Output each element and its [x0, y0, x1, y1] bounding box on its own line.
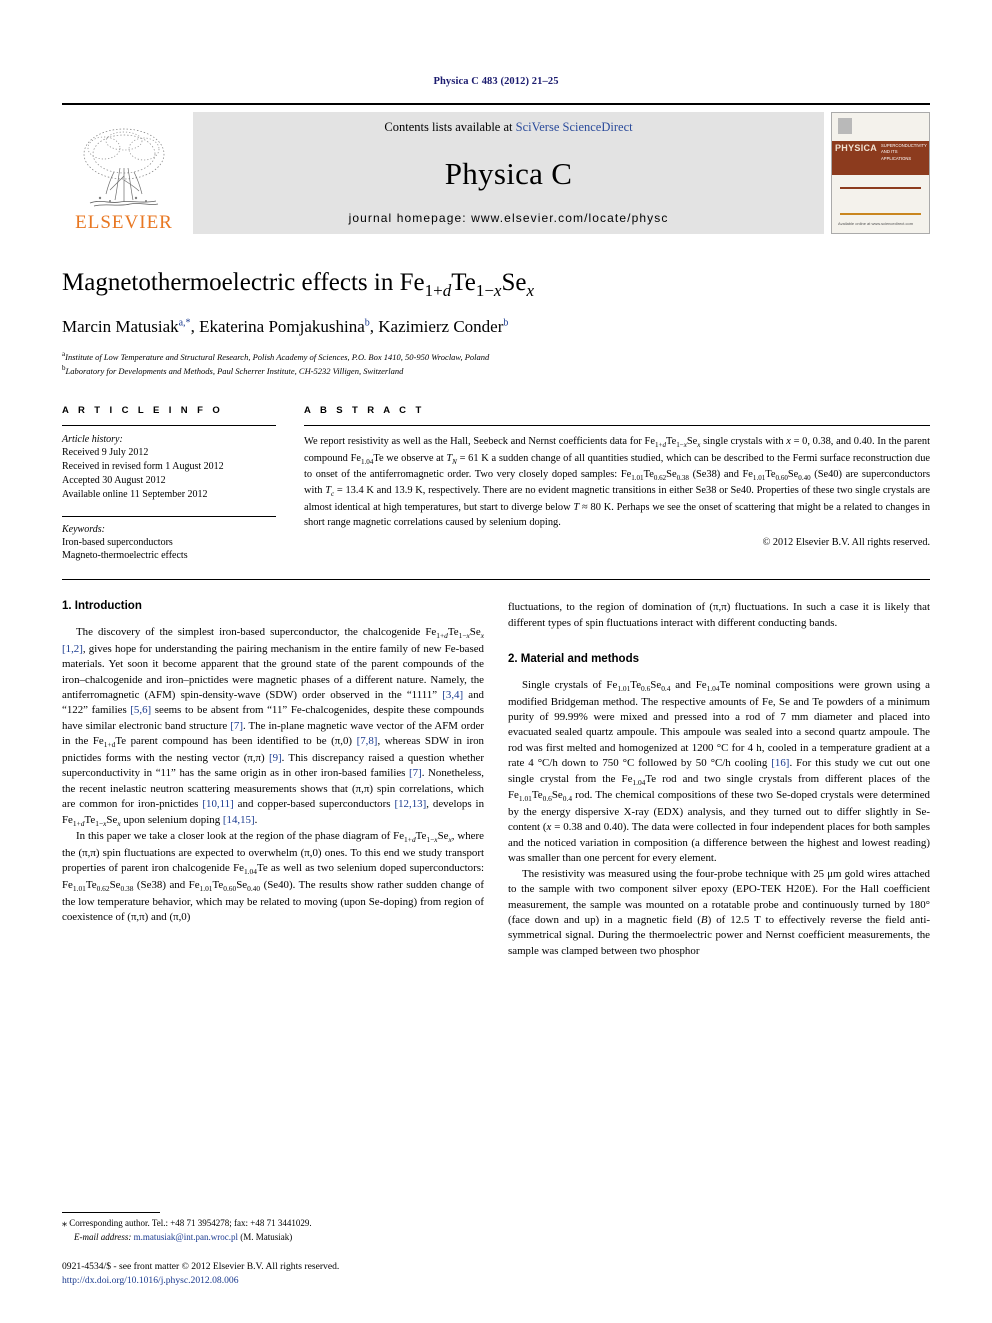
email-note: E-mail address: m.matusiak@int.pan.wroc.…	[62, 1231, 496, 1244]
article-history-label: Article history:	[62, 434, 123, 446]
running-head: Physica C 483 (2012) 21–25	[433, 76, 559, 87]
journal-cover-thumbnail: PHYSICA SUPERCONDUCTIVITY AND ITS APPLIC…	[831, 112, 930, 234]
elsevier-wordmark: ELSEVIER	[75, 212, 173, 233]
contents-prefix: Contents lists available at	[384, 120, 516, 134]
keyword-item: Magneto-thermoelectric effects	[62, 550, 188, 562]
body-column-right: fluctuations, to the region of dominatio…	[508, 600, 930, 959]
affiliation-b-text: Laboratory for Developments and Methods,…	[65, 366, 404, 377]
contents-line: Contents lists available at SciVerse Sci…	[384, 120, 632, 135]
author-name-3: Kazimierz Conder	[378, 317, 504, 337]
journal-masthead: ELSEVIER Contents lists available at Sci…	[62, 103, 930, 234]
email-link[interactable]: m.matusiak@int.pan.wroc.pl	[134, 1232, 238, 1242]
journal-title: Physica C	[444, 155, 573, 191]
intro-paragraph-2-continued: fluctuations, to the region of dominatio…	[508, 601, 930, 629]
doi-link[interactable]: http://dx.doi.org/10.1016/j.physc.2012.0…	[62, 1274, 496, 1287]
body-column-left: 1. Introduction The discovery of the sim…	[62, 600, 484, 959]
info-abstract-region: A R T I C L E I N F O Article history: R…	[62, 405, 930, 563]
cover-divider-1	[840, 187, 921, 189]
cover-logo-icon	[838, 118, 852, 134]
methods-paragraph-2: The resistivity was measured using the f…	[508, 867, 930, 957]
intro-paragraph-1: The discovery of the simplest iron-based…	[62, 626, 485, 828]
article-history-item: Available online 11 September 2012	[62, 488, 208, 500]
issn-copyright-line: 0921-4534/$ - see front matter © 2012 El…	[62, 1261, 340, 1273]
article-history-item: Accepted 30 August 2012	[62, 474, 166, 486]
affiliation-a-text: Institute of Low Temperature and Structu…	[65, 351, 490, 362]
keywords-divider	[62, 515, 276, 517]
abstract-heading: A B S T R A C T	[304, 405, 425, 417]
corresponding-author-note: ⁎ Corresponding author. Tel.: +48 71 395…	[62, 1217, 496, 1232]
article-history-item: Received in revised form 1 August 2012	[62, 461, 224, 473]
footnote-area: ⁎ Corresponding author. Tel.: +48 71 395…	[62, 1211, 496, 1287]
author-name-1: Marcin Matusiak	[62, 317, 179, 337]
article-info-column: A R T I C L E I N F O Article history: R…	[62, 405, 276, 563]
issn-block: 0921-4534/$ - see front matter © 2012 El…	[62, 1260, 496, 1287]
author-affil-marker-1: a,*	[178, 317, 191, 329]
section-heading-introduction: 1. Introduction	[62, 600, 142, 613]
affiliation-a: aInstitute of Low Temperature and Struct…	[62, 350, 490, 362]
abstract-copyright: © 2012 Elsevier B.V. All rights reserved…	[762, 536, 930, 548]
elsevier-logo: ELSEVIER	[62, 112, 186, 234]
article-history-item: Received 9 July 2012	[62, 447, 149, 459]
cover-footer-text: Available online at www.sciencedirect.co…	[838, 220, 914, 226]
abstract-bottom-rule	[62, 579, 930, 581]
author-list: Marcin Matusiaka,*, Ekaterina Pomjakushi…	[62, 317, 509, 337]
email-label: E-mail address:	[74, 1232, 132, 1243]
page-title: Magnetothermoelectric effects in Fe1+dTe…	[62, 269, 534, 300]
author-affil-marker-2: b	[364, 317, 370, 329]
corresponding-author-text: Corresponding author. Tel.: +48 71 39542…	[69, 1217, 312, 1228]
email-owner: (M. Matusiak)	[240, 1232, 293, 1243]
cover-divider-2	[840, 213, 921, 215]
footnote-rule	[62, 1211, 160, 1213]
author-name-2: Ekaterina Pomjakushina	[199, 317, 365, 337]
sciencedirect-link[interactable]: SciVerse ScienceDirect	[516, 120, 633, 134]
section-heading-material-and-methods: 2. Material and methods	[508, 652, 640, 665]
asterisk-icon: ⁎	[62, 1217, 67, 1229]
affiliation-b: bLaboratory for Developments and Methods…	[62, 364, 404, 377]
paper-page: Physica C 483 (2012) 21–25 ELSEVIER Cont…	[0, 0, 992, 1323]
keywords-block: Keywords: Iron-based superconductors Mag…	[62, 515, 276, 564]
journal-homepage[interactable]: journal homepage: www.elsevier.com/locat…	[349, 211, 669, 225]
body-columns: 1. Introduction The discovery of the sim…	[62, 600, 930, 959]
abstract-column: A B S T R A C T We report resistivity as…	[304, 405, 930, 563]
intro-paragraph-2: In this paper we take a closer look at t…	[62, 830, 484, 924]
keyword-item: Iron-based superconductors	[62, 536, 173, 548]
abstract-divider	[304, 425, 930, 427]
article-info-heading: A R T I C L E I N F O	[62, 405, 224, 417]
author-affil-marker-3: b	[503, 317, 509, 329]
info-divider-top	[62, 425, 276, 427]
cover-subtitle: SUPERCONDUCTIVITY AND ITS APPLICATIONS	[881, 143, 927, 161]
abstract-body: We report resistivity as well as the Hal…	[304, 436, 931, 528]
elsevier-tree-icon	[83, 128, 165, 207]
keywords-label: Keywords:	[62, 523, 105, 535]
journal-band: Contents lists available at SciVerse Sci…	[193, 112, 824, 234]
title-block: Magnetothermoelectric effects in Fe1+dTe…	[62, 268, 930, 377]
methods-paragraph-1: Single crystals of Fe1.01Te0.6Se0.4 and …	[508, 678, 931, 865]
